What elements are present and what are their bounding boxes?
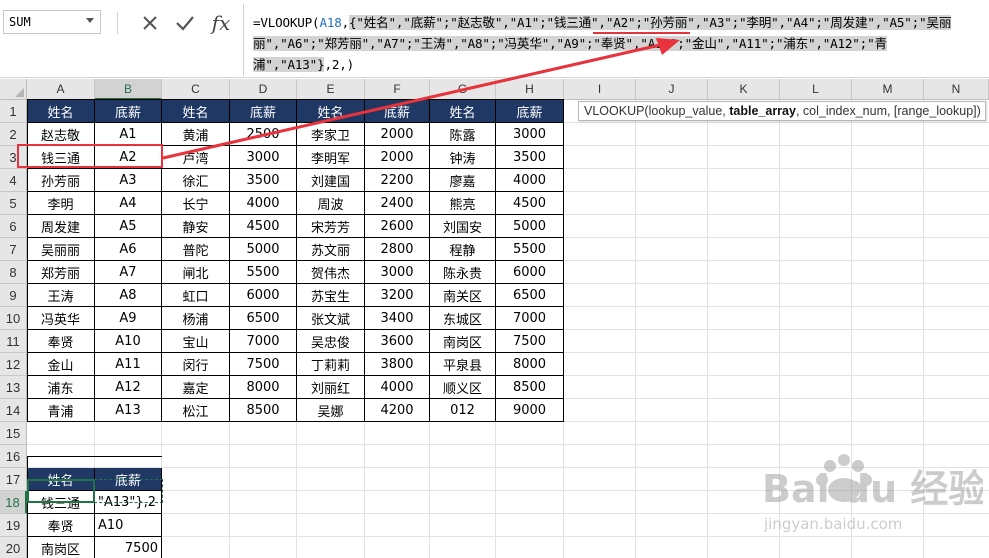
baidu-watermark-logo: Bai du 经验 jingyan.baidu.com [762,454,983,533]
watermark-url: jingyan.baidu.com [763,515,902,533]
watermark-brand: Bai du 经验 [762,467,983,511]
